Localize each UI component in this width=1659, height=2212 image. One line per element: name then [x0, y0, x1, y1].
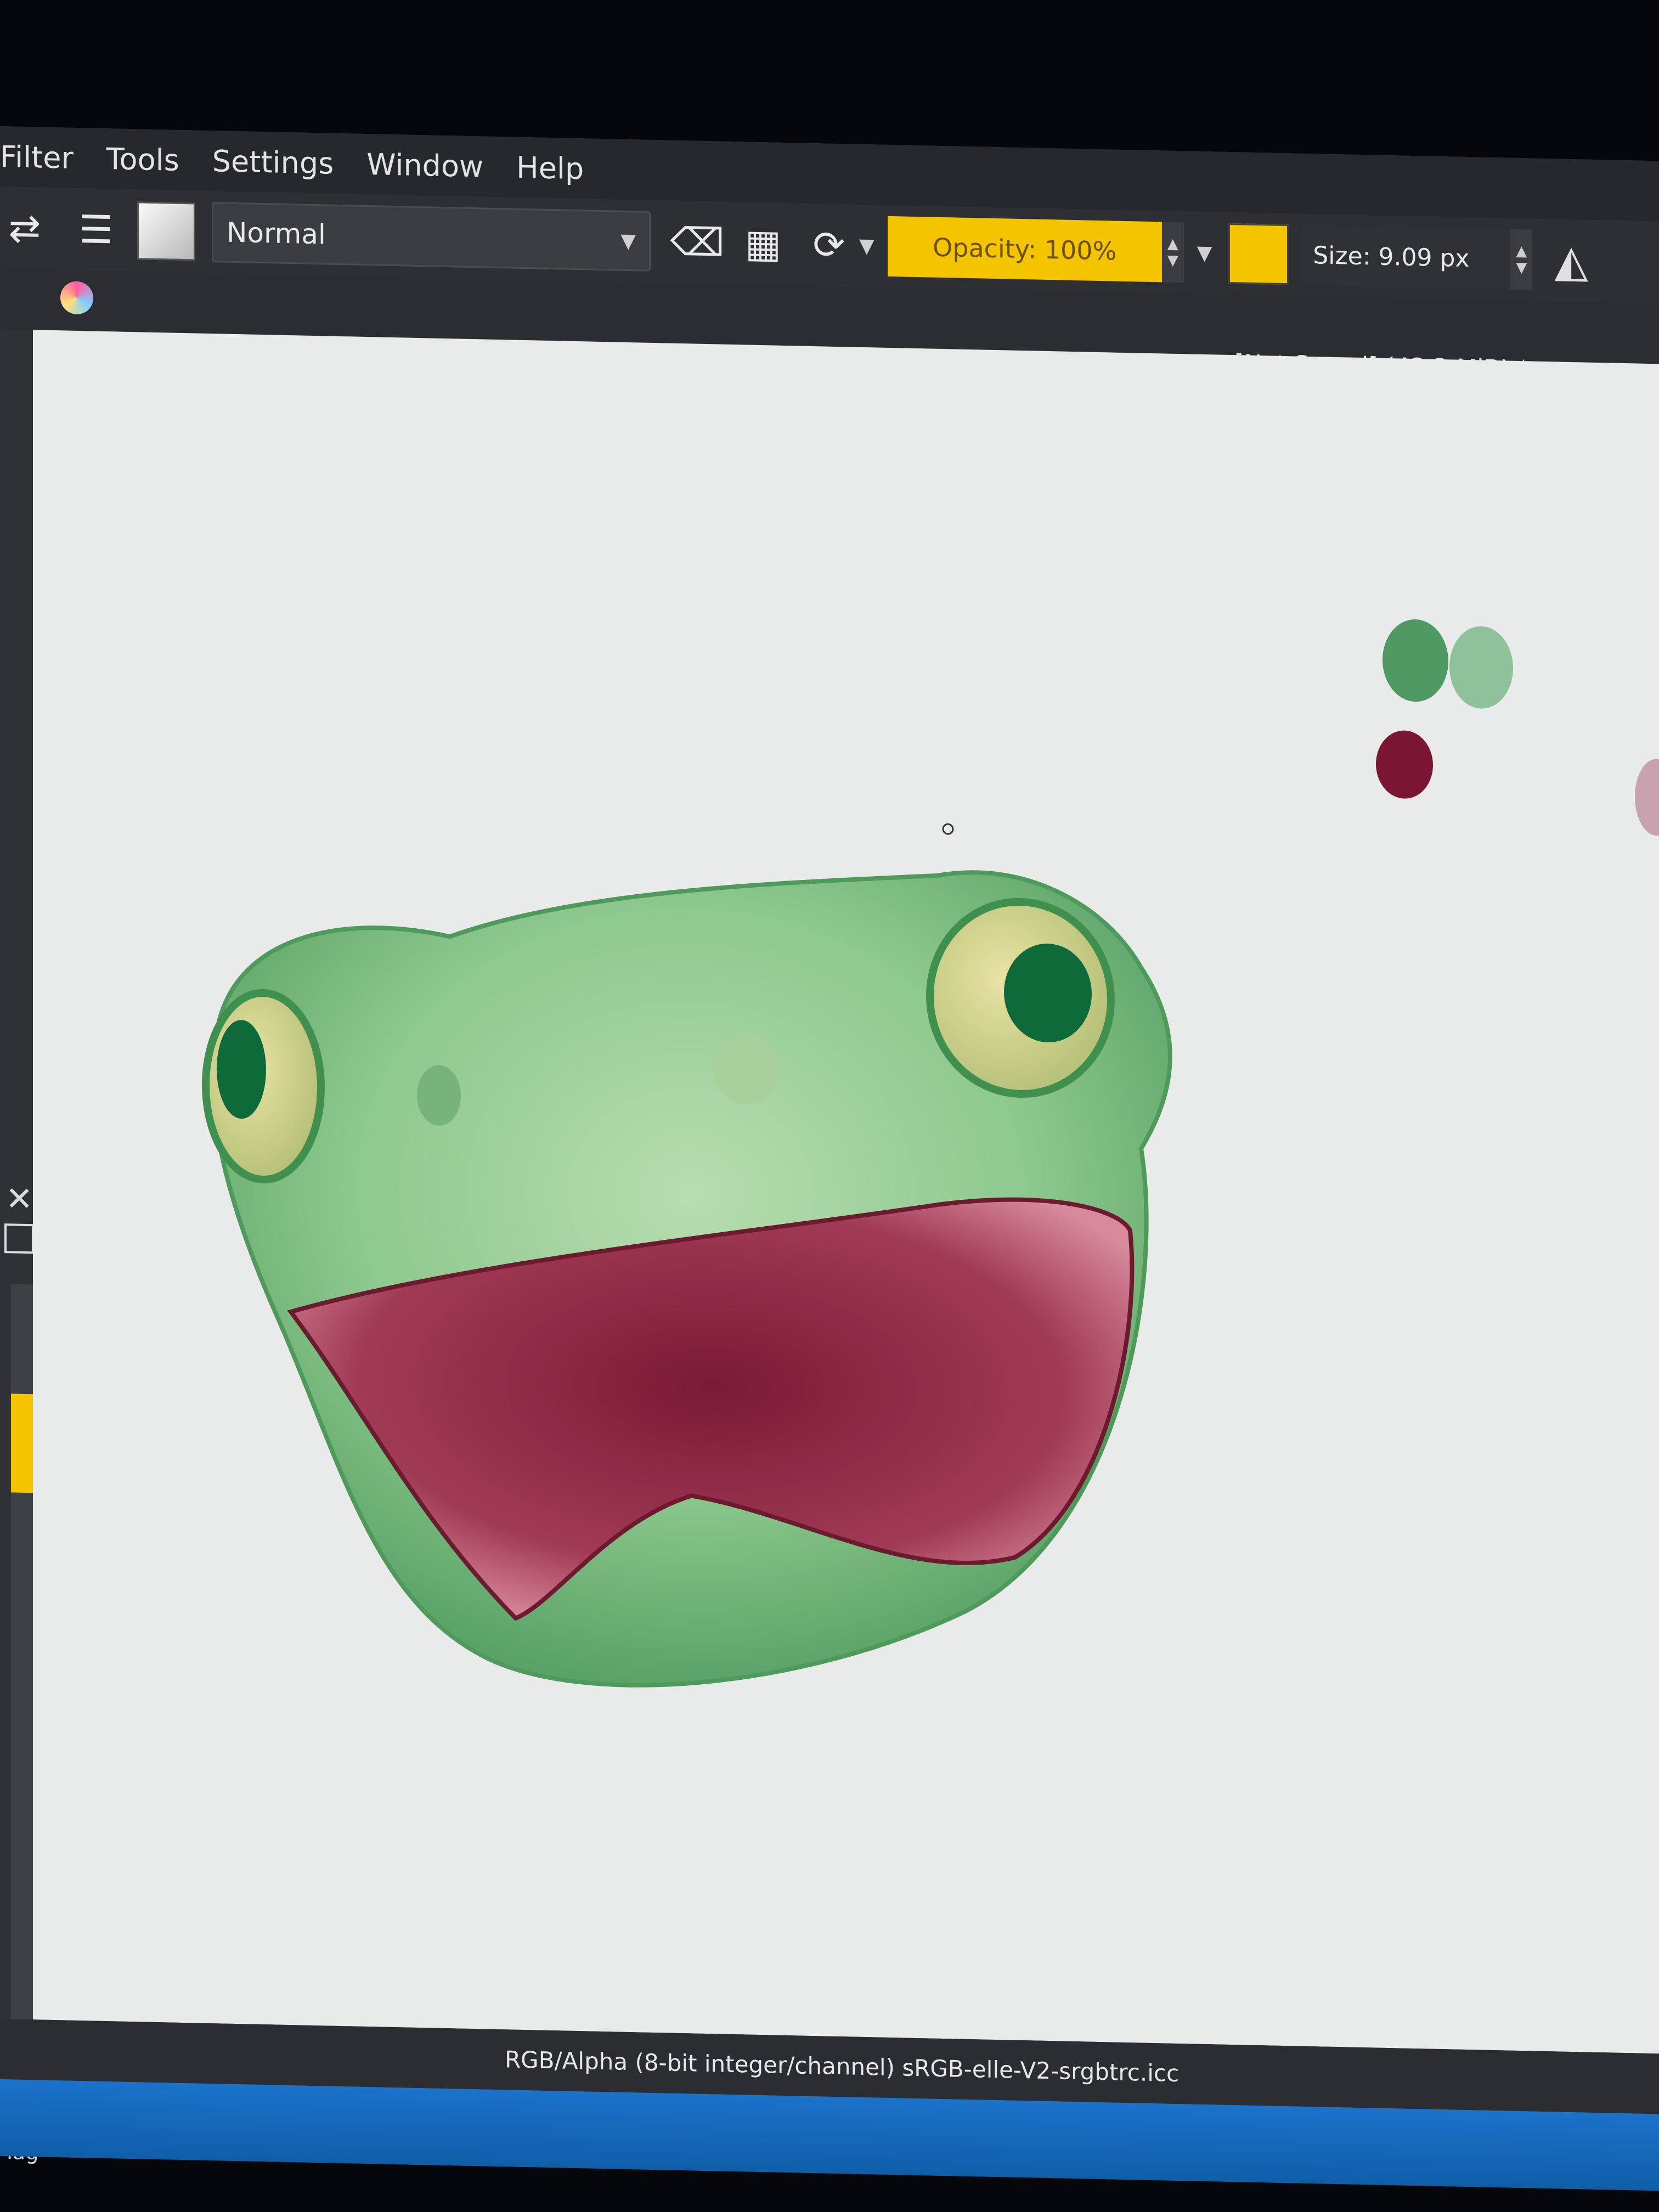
docker-scroll-thumb[interactable] [11, 1393, 35, 1493]
palette-swatch-crimson [1376, 730, 1433, 799]
gradient-icon[interactable]: ☰ [71, 205, 121, 255]
swap-colors-icon[interactable]: ⇄ [0, 203, 49, 253]
close-icon[interactable]: ✕ [5, 1180, 33, 1218]
canvas-artwork [202, 619, 1659, 1688]
chevron-down-icon: ▼ [620, 229, 636, 252]
palette-swatch-pink [1635, 759, 1659, 836]
mirror-icon[interactable]: ◭ [1554, 235, 1588, 286]
opacity-slider[interactable]: Opacity: 100% [887, 216, 1162, 283]
menu-filter[interactable]: Filter [0, 139, 74, 176]
float-docker-icon[interactable] [4, 1223, 34, 1254]
brush-cursor [942, 823, 954, 835]
color-profile-info: RGB/Alpha (8-bit integer/channel) sRGB-e… [505, 2046, 1180, 2087]
menu-help[interactable]: Help [516, 150, 584, 186]
drawing-canvas[interactable] [33, 330, 1659, 2054]
chevron-down-icon[interactable]: ▼ [859, 234, 874, 257]
menu-settings[interactable]: Settings [212, 144, 334, 181]
blend-mode-value: Normal [227, 216, 326, 251]
brush-preset-button[interactable] [137, 201, 195, 261]
palette-swatch-dark-green [1383, 619, 1448, 702]
krita-window: Filter Tools Settings Window Help ⇄ ☰ No… [0, 126, 1659, 2191]
size-slider[interactable]: Size: 9.09 px [1302, 224, 1511, 290]
palette-swatch-light-green [1449, 626, 1513, 709]
size-stepper[interactable]: ▲ ▼ [1510, 229, 1533, 290]
opacity-stepper[interactable]: ▲ ▼ [1161, 222, 1184, 283]
reload-preset-icon[interactable]: ⟳ [804, 220, 854, 270]
docker-scrollbar[interactable] [11, 1284, 35, 2108]
chevron-down-icon[interactable]: ▼ [1197, 241, 1212, 264]
palette-icon[interactable] [60, 281, 93, 315]
menu-window[interactable]: Window [366, 146, 483, 183]
foreground-color-swatch[interactable] [1228, 223, 1289, 285]
blend-mode-select[interactable]: Normal ▼ [212, 202, 651, 272]
eraser-icon[interactable]: ⌫ [670, 217, 725, 268]
alpha-lock-icon[interactable]: ▦ [738, 218, 788, 269]
menu-tools[interactable]: Tools [106, 142, 179, 178]
